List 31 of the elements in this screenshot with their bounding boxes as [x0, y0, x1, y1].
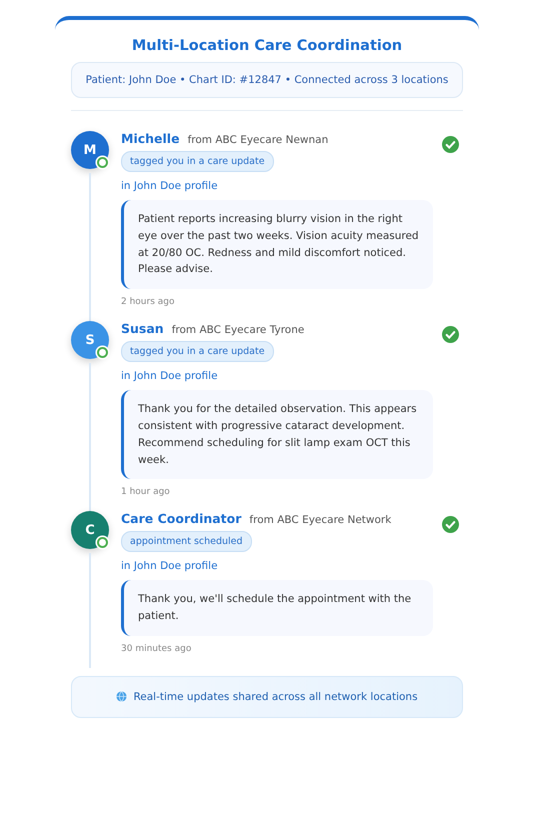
avatar: M [71, 131, 109, 169]
user-name: Care Coordinator [121, 511, 242, 526]
message-text: Thank you, we'll schedule the appointment with the patient. [121, 580, 433, 636]
check-icon [442, 516, 459, 534]
avatar: S [71, 321, 109, 360]
status-tag: appointment scheduled [121, 531, 252, 552]
user-name: Susan [121, 321, 164, 336]
patient-info: Patient: John Doe • Chart ID: #12847 • Connected across 3 locations [71, 62, 463, 98]
profile-link[interactable]: in John Doe profile [121, 370, 433, 382]
status-tag: tagged you in a care update [121, 341, 274, 362]
timestamp: 1 hour ago [121, 487, 171, 498]
online-status-icon [97, 537, 108, 548]
profile-link[interactable]: in John Doe profile [121, 180, 433, 192]
banner-text: Real-time updates shared across all network locations [133, 690, 418, 703]
location-label: from ABC Eyecare Tyrone [172, 324, 304, 336]
check-icon [442, 136, 459, 153]
timestamp: 2 hours ago [121, 297, 176, 308]
location-label: from ABC Eyecare Newnan [188, 134, 328, 146]
user-name: Michelle [121, 131, 180, 146]
online-status-icon [97, 347, 108, 358]
message-text: Thank you for the detailed observation. This appears consistent with progressive cataract development. Recommend scheduling for slit lamp exam OCT this week. [121, 390, 433, 480]
globe-icon [116, 691, 128, 702]
status-tag: tagged you in a care update [121, 151, 274, 172]
profile-link[interactable]: in John Doe profile [121, 560, 433, 572]
online-status-icon [97, 157, 108, 168]
location-label: from ABC Eyecare Network [249, 514, 392, 526]
timestamp: 30 minutes ago [121, 644, 192, 654]
page-title: Multi-Location Care Coordination [130, 38, 404, 54]
message-text: Patient reports increasing blurry vision in the right eye over the past two weeks. Vision acuity measured at 20/80 OC. Redness and mild discomfort noticed. Please advise. [121, 200, 433, 290]
avatar: C [71, 511, 109, 550]
check-icon [442, 326, 459, 344]
